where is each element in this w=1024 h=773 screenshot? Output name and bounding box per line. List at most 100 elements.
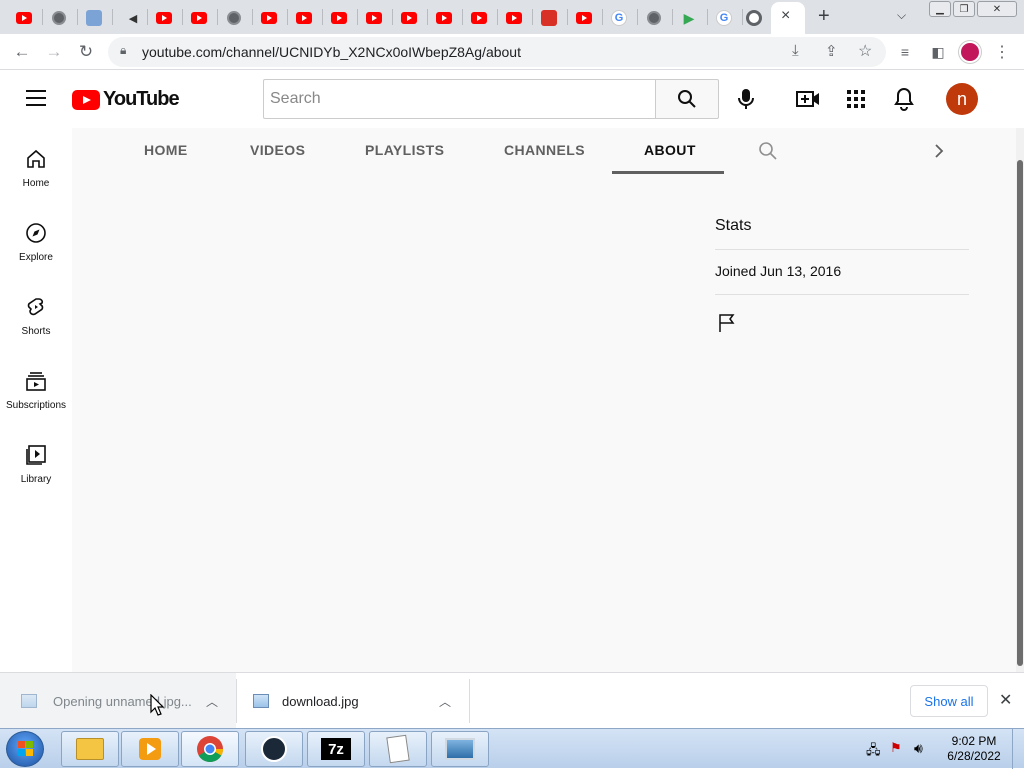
taskbar-explorer[interactable]	[61, 731, 119, 767]
search-button[interactable]	[655, 79, 719, 119]
tab-youtube[interactable]	[358, 4, 390, 32]
report-flag-button[interactable]	[718, 313, 736, 338]
sidebar-item-explore[interactable]: Explore	[0, 202, 72, 276]
start-button[interactable]	[6, 731, 44, 767]
tab-globe[interactable]	[43, 4, 75, 32]
active-tab[interactable]: ×	[771, 2, 805, 34]
tab-globe[interactable]	[638, 4, 670, 32]
youtube-favicon-icon	[366, 12, 382, 24]
taskbar-chrome[interactable]	[181, 731, 239, 767]
tab-home[interactable]: HOME	[144, 142, 188, 158]
bookmark-star-icon[interactable]: ☆	[858, 41, 872, 61]
youtube-favicon-icon	[296, 12, 312, 24]
tab-search-chevron-icon[interactable]: ⌵	[897, 8, 906, 23]
tab-youtube[interactable]	[323, 4, 355, 32]
tab-youtube[interactable]	[288, 4, 320, 32]
install-icon[interactable]: ⤓	[792, 42, 799, 59]
reload-button[interactable]: ↻	[74, 40, 98, 64]
system-clock[interactable]: 9:02 PM 6/28/2022	[942, 734, 1006, 764]
document-icon	[386, 734, 410, 764]
taskbar-7zip[interactable]: 7z	[307, 731, 365, 767]
share-icon[interactable]: ⇪	[825, 42, 838, 60]
account-avatar[interactable]: n	[946, 83, 978, 115]
tab-audio[interactable]: ◀︎	[117, 4, 149, 32]
tab-google[interactable]: G	[603, 4, 635, 32]
tabs-scroll-right-button[interactable]	[934, 143, 944, 164]
tab-about[interactable]: ABOUT	[644, 142, 696, 158]
voice-search-button[interactable]	[737, 88, 755, 115]
notifications-button[interactable]	[894, 87, 914, 116]
taskbar-notepad[interactable]	[369, 731, 427, 767]
download-item[interactable]: download.jpg ︿	[237, 673, 469, 729]
media-control-icon[interactable]: ≡	[893, 40, 917, 64]
sidebar-item-label: Subscriptions	[5, 400, 67, 411]
channel-tabs: HOME VIDEOS PLAYLISTS CHANNELS ABOUT	[72, 128, 1016, 174]
tab-youtube[interactable]	[148, 4, 180, 32]
tab-youtube[interactable]	[568, 4, 600, 32]
youtube-logo-icon	[72, 89, 100, 110]
youtube-header: YouTube n	[0, 70, 1024, 128]
search-icon	[759, 142, 777, 160]
close-tab-icon[interactable]: ×	[781, 7, 790, 25]
sidebar-item-subscriptions[interactable]: Subscriptions	[0, 350, 72, 424]
taskbar-media-player[interactable]	[121, 731, 179, 767]
tab-youtube[interactable]	[463, 4, 495, 32]
taskbar-photo-viewer[interactable]	[431, 731, 489, 767]
mouse-cursor-icon	[150, 694, 164, 716]
tab-videos[interactable]: VIDEOS	[250, 142, 305, 158]
chevron-up-icon[interactable]: ︿	[439, 693, 451, 710]
back-button[interactable]: ←	[10, 40, 34, 64]
network-icon[interactable]: 🖧︎	[866, 741, 881, 763]
apps-grid-icon	[847, 90, 865, 108]
channel-search-button[interactable]	[758, 141, 778, 166]
restore-button[interactable]: ❐	[953, 1, 975, 17]
tab-google[interactable]: G	[708, 4, 740, 32]
tab-app[interactable]	[533, 4, 565, 32]
search-box[interactable]	[263, 79, 656, 119]
show-all-button[interactable]: Show all	[910, 685, 988, 717]
page-scrollbar[interactable]	[1016, 128, 1024, 672]
search-input[interactable]	[264, 80, 656, 118]
tab-youtube[interactable]	[393, 4, 425, 32]
forward-button[interactable]: →	[42, 40, 66, 64]
windows-taskbar: 7z 🖧︎ ⚑ 🔊︎ 9:02 PM 6/28/2022	[0, 728, 1024, 769]
address-bar[interactable]: 🔒︎ youtube.com/channel/UCNIDYb_X2NCx0oIW…	[108, 37, 886, 67]
tab-youtube[interactable]	[8, 4, 40, 32]
taskbar-steam[interactable]	[245, 731, 303, 767]
sidebar-item-library[interactable]: Library	[0, 424, 72, 498]
tab-playlists[interactable]: PLAYLISTS	[365, 142, 444, 158]
side-panel-icon[interactable]: ◧	[926, 40, 950, 64]
tab-globe[interactable]	[218, 4, 250, 32]
create-button[interactable]	[796, 89, 820, 114]
tab-chrome[interactable]	[738, 4, 770, 32]
flag-icon	[719, 314, 735, 332]
show-desktop-button[interactable]	[1012, 729, 1024, 769]
window-close-button[interactable]: ✕	[977, 1, 1017, 17]
youtube-logo[interactable]: YouTube	[72, 88, 180, 111]
scrollbar-thumb[interactable]	[1017, 160, 1023, 666]
close-shelf-icon[interactable]: ✕	[999, 690, 1012, 710]
volume-icon[interactable]: 🔊︎	[914, 740, 923, 757]
tab-youtube[interactable]	[253, 4, 285, 32]
chevron-up-icon[interactable]: ︿	[206, 693, 218, 710]
profile-avatar[interactable]	[958, 40, 982, 64]
sidebar-item-shorts[interactable]: Shorts	[0, 276, 72, 350]
youtube-favicon-icon	[261, 12, 277, 24]
sidebar: Home Explore Shorts Subscriptions Librar…	[0, 128, 72, 672]
sidebar-item-home[interactable]: Home	[0, 128, 72, 202]
action-center-icon[interactable]: ⚑	[890, 740, 902, 756]
tab-search[interactable]	[78, 4, 110, 32]
download-item[interactable]: Opening unnamed.jpg... ︿	[0, 673, 236, 729]
tab-youtube[interactable]	[498, 4, 530, 32]
tab-youtube[interactable]	[183, 4, 215, 32]
tab-youtube[interactable]	[428, 4, 460, 32]
tab-channels[interactable]: CHANNELS	[504, 142, 585, 158]
apps-button[interactable]	[847, 90, 865, 113]
new-tab-button[interactable]: +	[818, 5, 830, 28]
hamburger-menu-icon[interactable]	[26, 90, 46, 106]
url-text[interactable]: youtube.com/channel/UCNIDYb_X2NCx0oIWbep…	[142, 44, 521, 60]
tab-play[interactable]: ▶	[673, 4, 705, 32]
minimize-button[interactable]: ▁	[929, 1, 951, 17]
browser-menu-icon[interactable]: ⋮	[990, 40, 1014, 64]
lock-icon[interactable]: 🔒︎	[120, 43, 126, 58]
